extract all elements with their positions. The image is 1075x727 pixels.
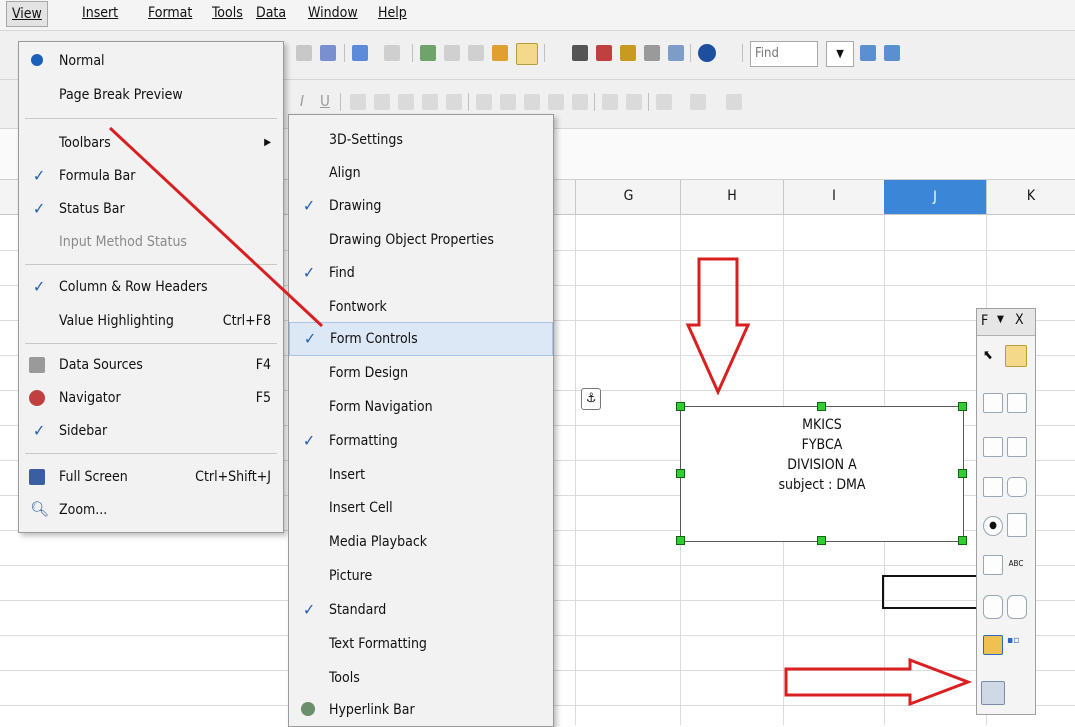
annotation-overlay bbox=[108, 126, 973, 707]
red-down-arrow bbox=[685, 257, 751, 396]
red-right-arrow bbox=[784, 657, 973, 707]
red-pointer-line bbox=[108, 126, 324, 328]
